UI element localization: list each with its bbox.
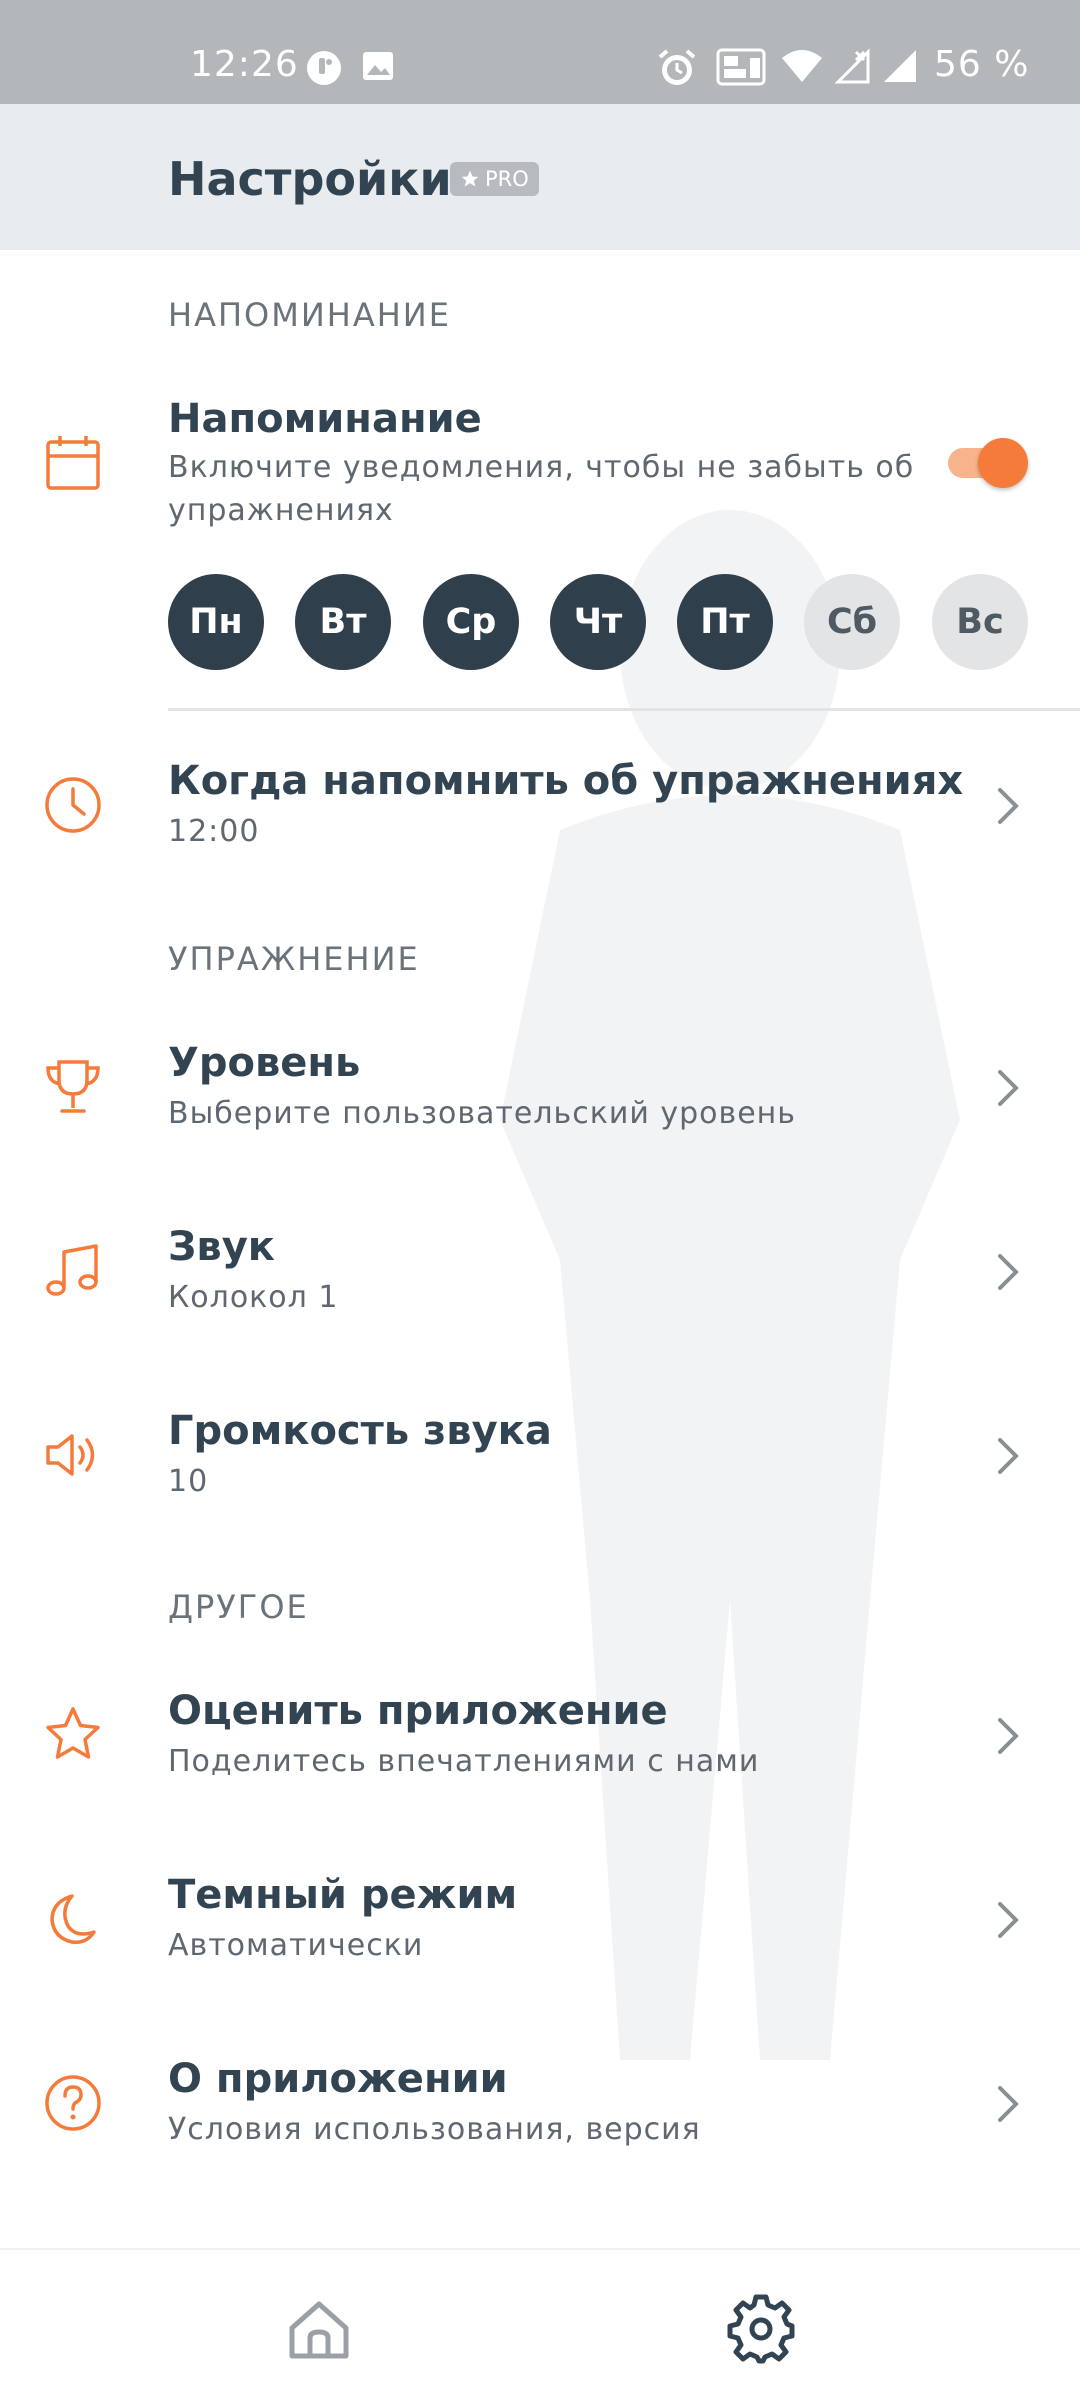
battery-level: 56 %	[934, 44, 1030, 85]
background-illustration	[500, 510, 960, 2060]
chevron-right-icon	[998, 1254, 1019, 1290]
pro-badge-label: PRO	[485, 167, 529, 191]
sound-title: Звук	[168, 1224, 275, 1270]
reminder-time-value: 12:00	[168, 814, 260, 849]
status-bar: 12:26 56 %	[0, 0, 1080, 104]
clock-icon	[45, 777, 101, 833]
chevron-right-icon	[998, 1438, 1019, 1474]
chevron-right-icon	[998, 1718, 1019, 1754]
status-time: 12:26	[190, 44, 299, 85]
signal-icon	[884, 50, 916, 82]
sound-subtitle: Колокол 1	[168, 1280, 339, 1315]
dark-mode-subtitle: Автоматически	[168, 1928, 424, 1963]
signal-no-sim-icon	[834, 48, 870, 84]
day-sunday[interactable]: Вс	[932, 574, 1028, 670]
toggle-knob	[978, 438, 1028, 488]
app-header: Настройки PRO	[0, 104, 1080, 250]
day-thursday[interactable]: Чт	[550, 574, 646, 670]
reminder-title: Напоминание	[168, 396, 482, 442]
about-subtitle: Условия использования, версия	[168, 2112, 701, 2147]
settings-icon[interactable]	[726, 2294, 796, 2364]
star-icon	[46, 1707, 100, 1759]
day-wednesday[interactable]: Ср	[423, 574, 519, 670]
star-small-icon	[461, 170, 479, 187]
bottom-navigation	[0, 2248, 1080, 2400]
about-title: О приложении	[168, 2056, 508, 2102]
volume-value: 10	[168, 1464, 209, 1499]
chevron-right-icon	[998, 788, 1019, 824]
page-title: Настройки	[168, 152, 452, 206]
reminder-subtitle: Включите уведомления, чтобы не забыть об…	[168, 450, 915, 528]
app-notification-icon	[307, 51, 341, 85]
alarm-icon	[658, 49, 696, 85]
reminder-toggle[interactable]	[944, 438, 1030, 488]
calendar-icon	[46, 436, 100, 490]
level-subtitle: Выберите пользовательский уровень	[168, 1096, 796, 1131]
image-notification-icon	[363, 52, 393, 80]
wifi-icon	[782, 50, 822, 82]
trophy-icon	[46, 1060, 100, 1113]
volume-title: Громкость звука	[168, 1408, 552, 1454]
day-friday[interactable]: Пт	[677, 574, 773, 670]
pro-badge[interactable]: PRO	[450, 162, 539, 196]
rate-app-subtitle: Поделитесь впечатлениями с нами	[168, 1744, 760, 1779]
chevron-right-icon	[998, 1070, 1019, 1106]
dark-mode-title: Темный режим	[168, 1872, 518, 1918]
home-icon[interactable]	[284, 2294, 354, 2364]
rate-app-title: Оценить приложение	[168, 1688, 668, 1734]
music-note-icon	[46, 1244, 98, 1296]
help-icon	[45, 2075, 101, 2131]
level-title: Уровень	[168, 1040, 361, 1086]
chevron-right-icon	[998, 1902, 1019, 1938]
speaker-volume-icon	[46, 1434, 95, 1476]
section-header-exercise: УПРАЖНЕНИЕ	[168, 940, 420, 978]
moon-icon	[50, 1894, 96, 1945]
day-tuesday[interactable]: Вт	[295, 574, 391, 670]
section-header-reminder: НАПОМИНАНИЕ	[168, 296, 451, 334]
reminder-time-title: Когда напомнить об упражнениях	[168, 758, 964, 804]
volte-icon	[716, 48, 766, 86]
section-header-other: ДРУГОЕ	[168, 1588, 309, 1626]
day-monday[interactable]: Пн	[168, 574, 264, 670]
chevron-right-icon	[998, 2086, 1019, 2122]
day-saturday[interactable]: Сб	[804, 574, 900, 670]
divider	[168, 708, 1080, 711]
